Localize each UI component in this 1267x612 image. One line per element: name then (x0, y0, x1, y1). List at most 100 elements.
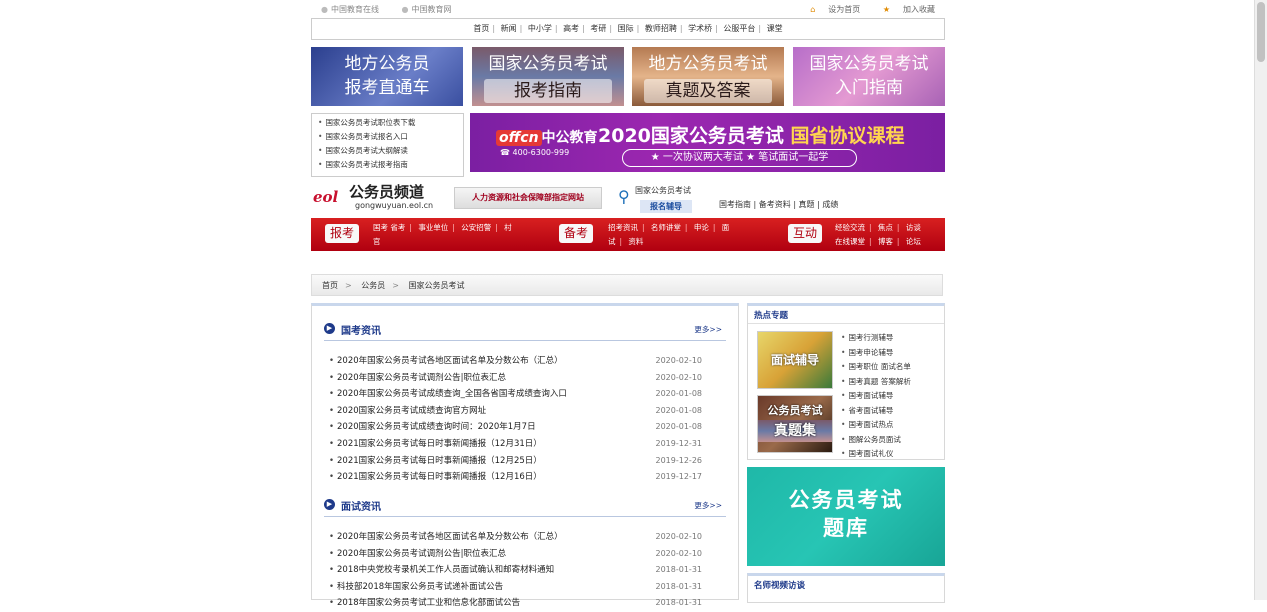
channel-name: 公务员频道 (349, 183, 425, 201)
breadcrumb-home[interactable]: 首页 (322, 281, 338, 290)
nav-shenlun[interactable]: 申论 (694, 223, 709, 232)
nav-teacher[interactable]: 教师招聘 (645, 24, 677, 33)
news-item[interactable]: • 2020国家公务员考试成绩查询时间：2020年1月7日 2020-01-08 (324, 419, 726, 436)
nav-zhaokao[interactable]: 招考资讯 (608, 223, 638, 232)
top-right-links: ⌂ 设为首页 ★ 加入收藏 (790, 4, 935, 15)
eol-logo: eol (313, 188, 339, 206)
news-item[interactable]: • 2021国家公务员考试每日时事新闻播报（12月25日） 2019-12-26 (324, 453, 726, 470)
hot-topic-item[interactable]: • 国考面试辅导 (841, 389, 911, 404)
banner-local-direct[interactable]: 地方公务员 报考直通车 (311, 47, 463, 106)
nav-shadow (311, 251, 945, 261)
offcn-phone: ☎ 400-6300-999 (500, 148, 570, 157)
category-tag-baokao[interactable]: 报考 (325, 224, 359, 243)
more-link[interactable]: 更多>> (694, 324, 722, 335)
banner-national-guide[interactable]: 国家公务员考试 报考指南 (472, 47, 624, 106)
category-tag-hudong[interactable]: 互动 (788, 224, 822, 243)
nav-mianshi-cont[interactable]: 试 (608, 237, 616, 246)
exam-collection-thumb[interactable]: 公务员考试 真题集 (757, 395, 833, 453)
page-scrollbar[interactable] (1254, 0, 1267, 600)
news-item[interactable]: • 2018年国家公务员考试工业和信息化部面试公告 2018-01-31 (324, 595, 726, 612)
news-item[interactable]: • 2021国家公务员考试每日时事新闻播报（12月16日） 2019-12-17 (324, 469, 726, 486)
top-link-eduonline[interactable]: ● 中国教育在线 (321, 5, 389, 14)
nav-zaixian[interactable]: 在线课堂 (835, 237, 865, 246)
category-links-baokao: 国考 省考 | 事业单位 | 公安招警 | 村 官 (373, 221, 512, 249)
nav-class[interactable]: 课堂 (767, 24, 783, 33)
hot-topic-item[interactable]: • 国考职位 面试名单 (841, 360, 911, 375)
nav-cunguan-cont[interactable]: 官 (373, 235, 512, 249)
nav-public[interactable]: 公服平台 (723, 24, 755, 33)
news-item[interactable]: • 2020年国家公务员考试各地区面试名单及分数公布（汇总） 2020-02-10 (324, 529, 726, 546)
nav-gongan[interactable]: 公安招警 (461, 223, 491, 232)
hot-topic-item[interactable]: • 国考面试礼仪 (841, 447, 911, 462)
nav-luntan[interactable]: 论坛 (906, 237, 921, 246)
home-icon: ⌂ (810, 5, 816, 14)
nav-shiye[interactable]: 事业单位 (418, 223, 448, 232)
nav-scholar[interactable]: 学术桥 (688, 24, 712, 33)
news-item[interactable]: • 2020年国家公务员考试调剂公告|职位表汇总 2020-02-10 (324, 546, 726, 563)
quick-link[interactable]: • 国家公务员考试报名入口 (312, 130, 463, 144)
quick-link[interactable]: • 国家公务员考试职位表下载 (312, 116, 463, 130)
breadcrumb-gwy[interactable]: 公务员 (361, 281, 385, 290)
hot-topic-item[interactable]: • 省考面试辅导 (841, 404, 911, 419)
news-item[interactable]: • 2020年国家公务员考试调剂公告|职位表汇总 2020-02-10 (324, 370, 726, 387)
section-header: ▶ 国考资讯 更多>> (324, 320, 726, 341)
offcn-ad-banner[interactable]: offcn 中公教育 ☎ 400-6300-999 2020国家公务员考试 国省协… (470, 113, 945, 172)
video-interview-box: 名师视频访谈 (747, 573, 945, 603)
set-homepage-link[interactable]: ⌂ 设为首页 (800, 5, 860, 14)
hot-topics-title: 热点专题 (754, 311, 789, 321)
hot-topics-box: 热点专题 面试辅导 公务员考试 真题集 • 国考行测辅导 • 国考申论辅导 • 国考职… (747, 303, 945, 460)
quick-link[interactable]: • 国家公务员考试大纲解读 (312, 144, 463, 158)
hot-topic-item[interactable]: • 国考行测辅导 (841, 331, 911, 346)
nav-news[interactable]: 新闻 (501, 24, 517, 33)
hot-topic-item[interactable]: • 图解公务员面试 (841, 433, 911, 448)
nav-kaoyan[interactable]: 考研 (590, 24, 606, 33)
nav-intl[interactable]: 国际 (618, 24, 634, 33)
category-tag-beikao[interactable]: 备考 (559, 224, 593, 243)
section-title: 面试资讯 (341, 502, 381, 513)
question-bank-banner[interactable]: 公务员考试 题库 (747, 467, 945, 566)
news-item[interactable]: • 2021国家公务员考试每日时事新闻播报（12月31日） 2019-12-31 (324, 436, 726, 453)
hot-topic-item[interactable]: • 国考真题 答案解析 (841, 375, 911, 390)
nav-k12[interactable]: 中小学 (528, 24, 552, 33)
offcn-title: 2020国家公务员考试 国省协议课程 (598, 125, 905, 147)
breadcrumb: 首页 > 公务员 > 国家公务员考试 (311, 274, 943, 296)
section-guokao-news: ▶ 国考资讯 更多>> • 2020年国家公务员考试各地区面试名单及分数公布（汇总… (324, 320, 726, 486)
nav-mianshi[interactable]: 面 (722, 223, 730, 232)
breadcrumb-current: 国家公务员考试 (408, 281, 465, 290)
nav-fangtan[interactable]: 访谈 (906, 223, 921, 232)
hot-topic-item[interactable]: • 国考申论辅导 (841, 346, 911, 361)
news-item[interactable]: • 2018中央党校考录机关工作人员面试确认和邮寄材料通知 2018-01-31 (324, 562, 726, 579)
nav-jiaodian[interactable]: 焦点 (878, 223, 893, 232)
top-left-links: ● 中国教育在线 ● 中国教育网 (321, 4, 472, 15)
add-favorite-link[interactable]: ★ 加入收藏 (873, 5, 935, 14)
category-links-beikao: 招考资讯 | 名师讲堂 | 申论 | 面 试 | 资料 (608, 223, 730, 246)
interview-coaching-thumb[interactable]: 面试辅导 (757, 331, 833, 389)
main-nav: 首页 | 新闻 | 中小学 | 高考 | 考研 | 国际 | 教师招聘 | 学术桥 | 公服平台… (311, 18, 945, 40)
mohrss-badge[interactable]: 人力资源和社会保障部指定网站 (454, 187, 602, 209)
nav-cunguan[interactable]: 村 (504, 223, 512, 232)
nav-mingshi[interactable]: 名师讲堂 (651, 223, 681, 232)
more-link[interactable]: 更多>> (694, 500, 722, 511)
hot-topic-item[interactable]: • 国考面试热点 (841, 418, 911, 433)
nav-jingyan[interactable]: 经验交流 (835, 223, 865, 232)
news-item[interactable]: • 2020国家公务员考试成绩查询官方网址 2020-01-08 (324, 403, 726, 420)
nav-guokao[interactable]: 国考 (373, 223, 388, 232)
news-item[interactable]: • 2020年国家公务员考试各地区面试名单及分数公布（汇总） 2020-02-10 (324, 353, 726, 370)
channel-header: eol 公务员频道 gongwuyuan.eol.cn 人力资源和社会保障部指定… (311, 180, 945, 214)
banner-national-intro[interactable]: 国家公务员考试 入门指南 (793, 47, 945, 106)
guokao-links[interactable]: 国考指南 | 备考资料 | 真题 | 成绩 (719, 199, 838, 210)
nav-home[interactable]: 首页 (473, 24, 489, 33)
section-title: 国考资讯 (341, 326, 381, 337)
star-icon: ★ (882, 5, 890, 14)
scrollbar-thumb[interactable] (1257, 2, 1265, 62)
top-link-edunet[interactable]: ● 中国教育网 (402, 5, 462, 14)
nav-ziliao[interactable]: 资料 (628, 237, 643, 246)
nav-boke[interactable]: 博客 (878, 237, 893, 246)
quick-link[interactable]: • 国家公务员考试报考指南 (312, 158, 463, 172)
banner-local-exam-answers[interactable]: 地方公务员考试 真题及答案 (632, 47, 784, 106)
nav-shengkao[interactable]: 省考 (390, 223, 405, 232)
nav-gaokao[interactable]: 高考 (563, 24, 579, 33)
news-item[interactable]: • 2020年国家公务员考试成绩查询_全国各省国考成绩查询入口 2020-01-08 (324, 386, 726, 403)
news-item[interactable]: • 科技部2018年国家公务员考试递补面试公告 2018-01-31 (324, 579, 726, 596)
registration-button[interactable]: 报名辅导 (640, 200, 692, 213)
